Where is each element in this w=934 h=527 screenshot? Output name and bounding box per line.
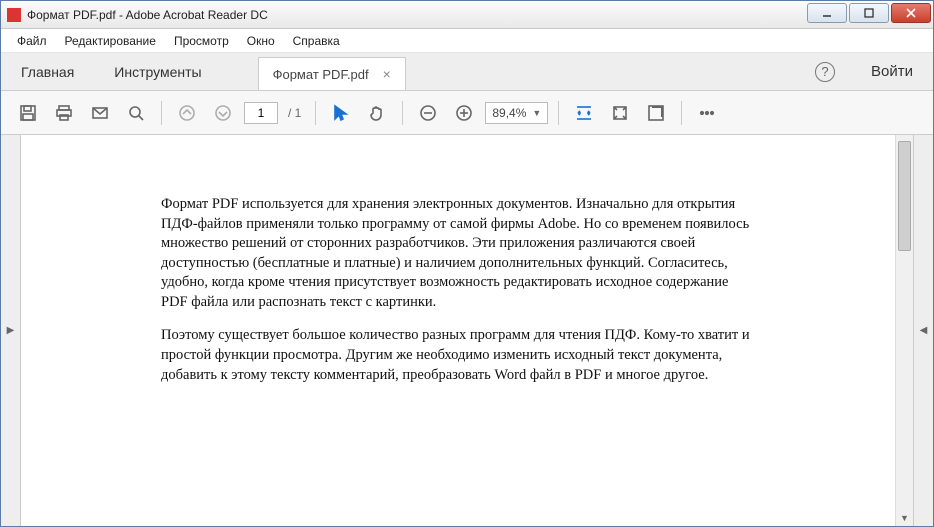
search-icon[interactable] bbox=[121, 98, 151, 128]
minimize-button[interactable] bbox=[807, 3, 847, 23]
signin-button[interactable]: Войти bbox=[851, 53, 933, 90]
mail-icon[interactable] bbox=[85, 98, 115, 128]
tabbar: Главная Инструменты Формат PDF.pdf × ? В… bbox=[1, 53, 933, 91]
menu-window[interactable]: Окно bbox=[239, 31, 283, 51]
paragraph-1: Формат PDF используется для хранения эле… bbox=[161, 195, 755, 312]
menu-view[interactable]: Просмотр bbox=[166, 31, 237, 51]
tab-document-label: Формат PDF.pdf bbox=[273, 67, 369, 82]
titlebar: Формат PDF.pdf - Adobe Acrobat Reader DC bbox=[1, 1, 933, 29]
menu-file[interactable]: Файл bbox=[9, 31, 55, 51]
chevron-down-icon: ▼ bbox=[532, 108, 541, 118]
chevron-left-icon: ◀ bbox=[920, 325, 928, 336]
window-title: Формат PDF.pdf - Adobe Acrobat Reader DC bbox=[27, 8, 807, 22]
tab-document[interactable]: Формат PDF.pdf × bbox=[258, 57, 406, 90]
fullscreen-icon[interactable] bbox=[641, 98, 671, 128]
window-controls bbox=[807, 1, 933, 28]
menu-help[interactable]: Справка bbox=[285, 31, 348, 51]
tab-tools[interactable]: Инструменты bbox=[94, 53, 221, 90]
scrollbar-thumb[interactable] bbox=[898, 141, 911, 251]
print-icon[interactable] bbox=[49, 98, 79, 128]
maximize-button[interactable] bbox=[849, 3, 889, 23]
document-page: Формат PDF используется для хранения эле… bbox=[21, 135, 895, 439]
page-up-icon[interactable] bbox=[172, 98, 202, 128]
zoom-level-value: 89,4% bbox=[492, 106, 526, 120]
help-icon[interactable]: ? bbox=[815, 62, 835, 82]
page-down-icon[interactable] bbox=[208, 98, 238, 128]
zoom-level-dropdown[interactable]: 89,4% ▼ bbox=[485, 102, 548, 124]
more-tools-icon[interactable] bbox=[692, 98, 722, 128]
scroll-down-icon[interactable]: ▼ bbox=[896, 510, 913, 526]
select-tool-icon[interactable] bbox=[326, 98, 356, 128]
chevron-right-icon: ▶ bbox=[7, 325, 15, 336]
zoom-in-icon[interactable] bbox=[449, 98, 479, 128]
menu-edit[interactable]: Редактирование bbox=[57, 31, 164, 51]
close-button[interactable] bbox=[891, 3, 931, 23]
toolbar: / 1 89,4% ▼ bbox=[1, 91, 933, 135]
app-icon bbox=[7, 8, 21, 22]
left-panel-toggle[interactable]: ▶ bbox=[1, 135, 21, 526]
page-total-label: / 1 bbox=[284, 106, 305, 120]
hand-tool-icon[interactable] bbox=[362, 98, 392, 128]
paragraph-2: Поэтому существует большое количество ра… bbox=[161, 326, 755, 385]
zoom-out-icon[interactable] bbox=[413, 98, 443, 128]
content-area: ▶ Формат PDF используется для хранения э… bbox=[1, 135, 933, 526]
fit-page-icon[interactable] bbox=[605, 98, 635, 128]
page-number-input[interactable] bbox=[244, 102, 278, 124]
document-viewer: Формат PDF используется для хранения эле… bbox=[21, 135, 913, 526]
window: Формат PDF.pdf - Adobe Acrobat Reader DC… bbox=[0, 0, 934, 527]
fit-width-icon[interactable] bbox=[569, 98, 599, 128]
save-icon[interactable] bbox=[13, 98, 43, 128]
vertical-scrollbar[interactable]: ▲ ▼ bbox=[895, 135, 913, 526]
menubar: Файл Редактирование Просмотр Окно Справк… bbox=[1, 29, 933, 53]
tab-close-icon[interactable]: × bbox=[383, 66, 391, 82]
right-panel-toggle[interactable]: ◀ bbox=[913, 135, 933, 526]
tab-home[interactable]: Главная bbox=[1, 53, 94, 90]
